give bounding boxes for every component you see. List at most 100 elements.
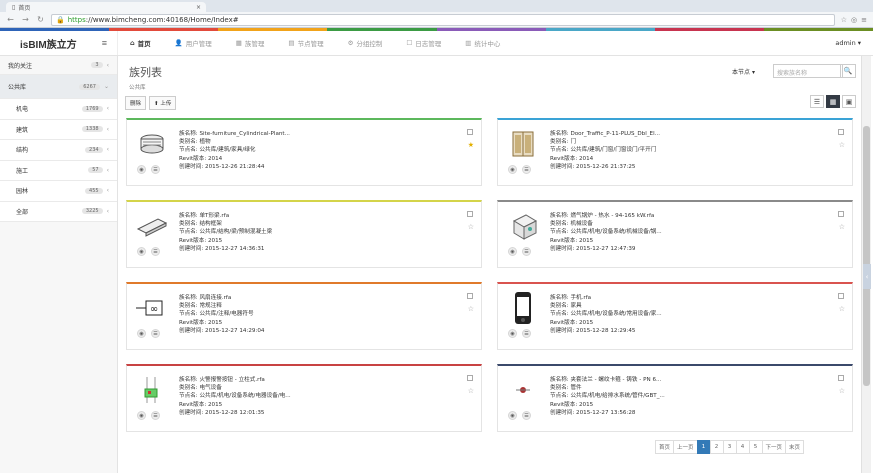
sidebar-item-3[interactable]: 施工 57 ‹ <box>0 160 117 181</box>
select-checkbox[interactable] <box>467 375 473 381</box>
details-icon[interactable]: ☰ <box>151 165 160 174</box>
select-checkbox[interactable] <box>838 375 844 381</box>
view-icon[interactable]: ◉ <box>137 247 146 256</box>
sidebar-item-4[interactable]: 园林 455 ‹ <box>0 181 117 202</box>
favorite-star-icon[interactable]: ☆ <box>839 305 845 313</box>
search-button[interactable]: 🔍 <box>840 64 856 78</box>
family-card[interactable]: 族名称: Door_Traffic_P-11-PLUS_Dbl_El... 类别名… <box>497 118 853 186</box>
reload-icon[interactable]: ↻ <box>36 15 45 24</box>
sidebar-item-2[interactable]: 结构 234 ‹ <box>0 140 117 161</box>
page-button[interactable]: 5 <box>748 440 763 454</box>
nav-item-1[interactable]: 👤 用户管理 <box>163 31 224 55</box>
details-icon[interactable]: ☰ <box>151 247 160 256</box>
family-card[interactable]: 族名称: 夹套法兰 - 螺纹卡箍 - 铸铁 - PN 6... 类别名: 管件 节点… <box>497 364 853 432</box>
details-icon[interactable]: ☰ <box>522 165 531 174</box>
nav-item-6[interactable]: ▥ 统计中心 <box>453 31 512 55</box>
family-card[interactable]: 族名称: 火警报警按钮 - 立柱式.rfa 类别名: 电气设备 节点名: 公共库/机… <box>126 364 482 432</box>
sidebar-item-1[interactable]: 建筑 1338 ‹ <box>0 119 117 140</box>
family-name[interactable]: 族名称: 火警报警按钮 - 立柱式.rfa <box>179 376 291 384</box>
family-thumbnail-door[interactable] <box>506 128 540 160</box>
select-checkbox[interactable] <box>838 293 844 299</box>
favorite-star-icon[interactable]: ☆ <box>468 223 474 231</box>
view-icon[interactable]: ◉ <box>508 411 517 420</box>
select-checkbox[interactable] <box>467 129 473 135</box>
details-icon[interactable]: ☰ <box>151 411 160 420</box>
hamburger-icon[interactable]: ≡ <box>102 38 107 48</box>
family-name[interactable]: 族名称: 夹套法兰 - 螺纹卡箍 - 铸铁 - PN 6... <box>550 376 665 384</box>
forward-icon[interactable]: → <box>21 15 30 24</box>
nav-item-5[interactable]: ☐ 日志管理 <box>394 31 453 55</box>
family-thumbnail-symbol[interactable]: ∞ <box>135 292 169 324</box>
admin-menu[interactable]: admin ▾ <box>835 31 873 55</box>
family-card[interactable]: 族名称: 燃气锅炉 - 热水 - 94-165 kW.rfa 类别名: 机械设备节… <box>497 200 853 268</box>
family-thumbnail-plant[interactable] <box>135 128 169 160</box>
favorite-star-icon[interactable]: ☆ <box>468 387 474 395</box>
page-button[interactable]: 1 <box>696 440 711 454</box>
favorite-star-icon[interactable]: ☆ <box>839 223 845 231</box>
view-icon[interactable]: ◉ <box>137 329 146 338</box>
select-checkbox[interactable] <box>838 129 844 135</box>
list-view-button[interactable]: ☰ <box>810 95 824 108</box>
family-name[interactable]: 族名称: 风扇连接.rfa <box>179 294 264 302</box>
nav-item-3[interactable]: ▤ 节点管理 <box>276 31 335 55</box>
family-name[interactable]: 族名称: Site-furniture_Cylindrical-Plant... <box>179 130 290 138</box>
family-name[interactable]: 族名称: 单T形梁.rfa <box>179 212 272 220</box>
page-button[interactable]: 下一页 <box>761 440 787 454</box>
search-input[interactable]: 搜索族名称 <box>773 64 843 78</box>
family-name[interactable]: 族名称: Door_Traffic_P-11-PLUS_Dbl_El... <box>550 130 660 138</box>
bookmark-star-icon[interactable]: ☆ <box>841 16 847 24</box>
page-button[interactable]: 4 <box>735 440 750 454</box>
family-thumbnail-beam[interactable] <box>135 210 169 242</box>
family-name[interactable]: 族名称: 手机.rfa <box>550 294 662 302</box>
nav-item-4[interactable]: ⚙ 分组控制 <box>336 31 395 55</box>
browser-tab[interactable]: ▯ 首页 × <box>6 2 206 12</box>
sidebar-item-5[interactable]: 全部 3225 ‹ <box>0 201 117 222</box>
page-button[interactable]: 3 <box>722 440 737 454</box>
family-card[interactable]: 族名称: 手机.rfa 类别名: 家具 节点名: 公共库/机电/设备系统/常用设备/… <box>497 282 853 350</box>
scope-select[interactable]: 本节点 ▾ <box>732 67 755 76</box>
upload-button[interactable]: ⬆ 上传 <box>149 96 177 110</box>
family-thumbnail-boiler[interactable] <box>506 210 540 242</box>
family-thumbnail-phone[interactable] <box>506 292 540 324</box>
favorite-star-icon[interactable]: ☆ <box>839 141 845 149</box>
page-button[interactable]: 首页 <box>655 440 675 454</box>
details-icon[interactable]: ☰ <box>522 247 531 256</box>
url-input[interactable]: 🔒 https ://www.bimcheng.com:40168/Home/I… <box>51 13 835 26</box>
favorite-star-icon[interactable]: ☆ <box>468 305 474 313</box>
back-icon[interactable]: ← <box>6 15 15 24</box>
nav-item-2[interactable]: ▦ 族管理 <box>224 31 277 55</box>
family-card[interactable]: ∞ 族名称: 风扇连接.rfa 类别名: 常规注释 节点名: 公共库/注释/电器符号 R… <box>126 282 482 350</box>
page-button[interactable]: 上一页 <box>673 440 698 454</box>
sidebar-item-favorites[interactable]: 我的关注 3 ‹ <box>0 56 117 75</box>
menu-icon[interactable]: ≡ <box>861 16 867 24</box>
select-checkbox[interactable] <box>467 211 473 217</box>
family-card[interactable]: 族名称: Site-furniture_Cylindrical-Plant...… <box>126 118 482 186</box>
select-checkbox[interactable] <box>838 211 844 217</box>
family-name[interactable]: 族名称: 燃气锅炉 - 热水 - 94-165 kW.rfa <box>550 212 662 220</box>
sidebar-item-0[interactable]: 机电 1769 ‹ <box>0 99 117 120</box>
page-button[interactable]: 末页 <box>785 440 805 454</box>
family-card[interactable]: 族名称: 单T形梁.rfa 类别名: 结构框架 节点名: 公共库/结构/梁/预制混凝… <box>126 200 482 268</box>
sidebar-group-public[interactable]: 公共库 6267 ⌄ <box>0 75 117 99</box>
family-thumbnail-alarm[interactable] <box>135 374 169 406</box>
image-view-button[interactable]: ▣ <box>842 95 856 108</box>
scrollbar-thumb[interactable] <box>863 126 870 386</box>
nav-item-0[interactable]: ⌂ 首页 <box>118 31 163 55</box>
view-icon[interactable]: ◉ <box>508 165 517 174</box>
side-panel-handle[interactable]: ‹ <box>863 264 871 289</box>
details-icon[interactable]: ☰ <box>522 411 531 420</box>
details-icon[interactable]: ☰ <box>151 329 160 338</box>
view-icon[interactable]: ◉ <box>508 329 517 338</box>
extension-icon[interactable]: ◎ <box>851 16 857 24</box>
favorite-star-icon[interactable]: ☆ <box>839 387 845 395</box>
grid-view-button[interactable]: ▦ <box>826 95 840 108</box>
details-icon[interactable]: ☰ <box>522 329 531 338</box>
view-icon[interactable]: ◉ <box>137 165 146 174</box>
favorite-star-icon[interactable]: ★ <box>468 141 474 149</box>
close-tab-icon[interactable]: × <box>196 4 201 11</box>
page-button[interactable]: 2 <box>709 440 724 454</box>
select-checkbox[interactable] <box>467 293 473 299</box>
view-icon[interactable]: ◉ <box>137 411 146 420</box>
family-thumbnail-flange[interactable] <box>506 374 540 406</box>
view-icon[interactable]: ◉ <box>508 247 517 256</box>
